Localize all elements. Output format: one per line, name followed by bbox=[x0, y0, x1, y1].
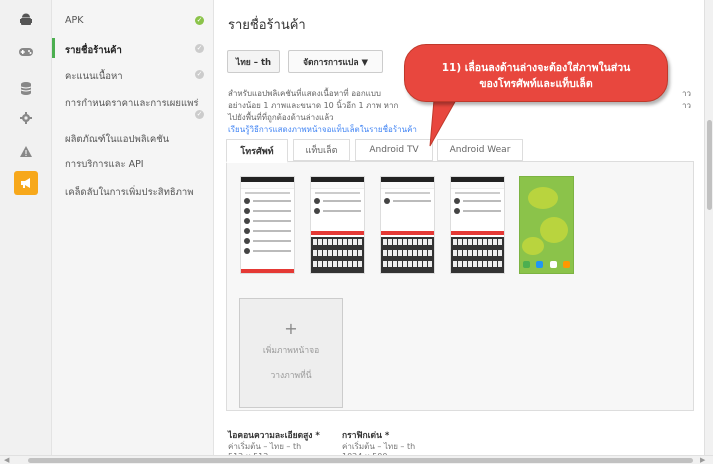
horizontal-scrollbar[interactable]: ◀ ▶ bbox=[0, 455, 713, 464]
vertical-scrollbar[interactable] bbox=[704, 0, 713, 464]
screenshot-thumbnail[interactable] bbox=[240, 176, 295, 274]
sidebar-item-optimization-tips[interactable]: เคล็ดลับในการเพิ่มประสิทธิภาพ bbox=[65, 185, 194, 200]
scroll-right-icon[interactable]: ▶ bbox=[700, 456, 705, 464]
page-title: รายชื่อร้านค้า bbox=[228, 18, 306, 33]
megaphone-icon[interactable] bbox=[14, 171, 38, 195]
check-icon: ✓ bbox=[195, 110, 204, 119]
callout-text: ของโทรศัพท์และแท็บเล็ต bbox=[479, 78, 593, 90]
tab-tablet[interactable]: แท็บเล็ต bbox=[293, 139, 350, 161]
app-root: APK ✓ รายชื่อร้านค้า ✓ คะแนนเนื้อหา ✓ กา… bbox=[0, 0, 713, 464]
instruction-callout: 11) เลื่อนลงด้านล่างจะต้องใส่ภาพในส่วน ข… bbox=[404, 44, 668, 102]
vertical-scroll-thumb[interactable] bbox=[707, 120, 712, 210]
sidebar: APK ✓ รายชื่อร้านค้า ✓ คะแนนเนื้อหา ✓ กา… bbox=[52, 0, 214, 464]
drop-hint: วางภาพที่นี่ bbox=[270, 371, 312, 381]
language-select[interactable]: ไทย – th bbox=[227, 50, 280, 73]
description-tail: าว bbox=[682, 101, 691, 110]
gamepad-icon[interactable] bbox=[18, 44, 34, 60]
screenshot-thumbnail[interactable] bbox=[450, 176, 505, 274]
screenshot-panel: + เพิ่มภาพหน้าจอ วางภาพที่นี่ bbox=[226, 161, 694, 411]
tab-phone[interactable]: โทรศัพท์ bbox=[226, 139, 288, 163]
sidebar-item-store-listing[interactable]: รายชื่อร้านค้า bbox=[65, 43, 122, 58]
android-icon[interactable] bbox=[18, 12, 34, 28]
sidebar-item-apk[interactable]: APK bbox=[65, 15, 83, 26]
warning-icon[interactable] bbox=[18, 143, 34, 159]
plus-icon: + bbox=[284, 319, 298, 338]
sidebar-item-services-api[interactable]: การบริการและ API bbox=[65, 157, 144, 172]
sidebar-item-pricing[interactable]: การกำหนดราคาและการเผยแพร่ bbox=[65, 96, 198, 111]
manage-translations-button[interactable]: จัดการการแปล ▼ bbox=[288, 50, 383, 73]
add-screenshot-label: เพิ่มภาพหน้าจอ bbox=[262, 346, 320, 356]
horizontal-scroll-thumb[interactable] bbox=[28, 458, 693, 463]
callout-text: 11) เลื่อนลงด้านล่างจะต้องใส่ภาพในส่วน bbox=[441, 62, 631, 74]
screenshot-thumbnail[interactable] bbox=[380, 176, 435, 274]
settings-icon[interactable] bbox=[18, 110, 34, 126]
active-indicator bbox=[52, 38, 55, 58]
screenshot-thumbnail[interactable] bbox=[310, 176, 365, 274]
check-icon: ✓ bbox=[195, 44, 204, 53]
sidebar-item-content-rating[interactable]: คะแนนเนื้อหา bbox=[65, 69, 123, 84]
sidebar-item-in-app-products[interactable]: ผลิตภัณฑ์ในแอปพลิเคชัน bbox=[65, 132, 169, 147]
check-icon: ✓ bbox=[195, 70, 204, 79]
callout-pointer bbox=[429, 100, 457, 147]
scroll-left-icon[interactable]: ◀ bbox=[4, 456, 9, 464]
icon-rail bbox=[0, 0, 52, 464]
add-screenshot-dropzone[interactable]: + เพิ่มภาพหน้าจอ วางภาพที่นี่ bbox=[239, 298, 343, 408]
check-icon: ✓ bbox=[195, 16, 204, 25]
tablet-screenshots-help-link[interactable]: เรียนรู้วิธีการแสดงภาพหน้าจอแท็บเล็ตในรา… bbox=[228, 123, 417, 136]
tab-android-tv[interactable]: Android TV bbox=[355, 139, 433, 161]
database-icon[interactable] bbox=[18, 80, 34, 96]
screenshot-thumbnail[interactable] bbox=[519, 176, 574, 274]
